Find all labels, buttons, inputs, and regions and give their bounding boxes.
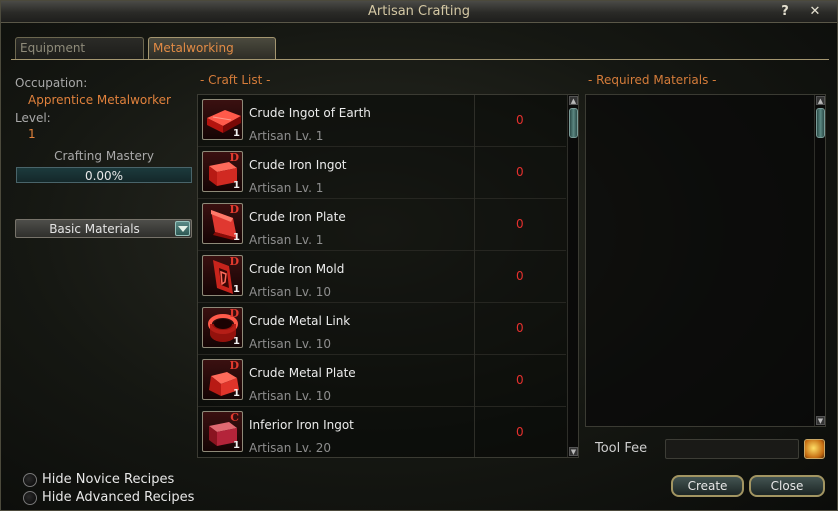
hide-novice-recipes-radio[interactable] [23,473,37,487]
crafting-mastery-bar: 0.00% [16,167,192,183]
item-level: Artisan Lv. 1 [249,181,324,195]
hide-advanced-recipes-radio[interactable] [23,491,37,505]
category-dropdown[interactable]: Basic Materials [15,219,192,238]
scroll-up-icon[interactable]: ▲ [816,96,825,105]
row-divider [474,251,475,303]
item-count: 0 [516,269,524,283]
item-name: Inferior Iron Ingot [249,418,354,432]
scroll-down-icon[interactable]: ▼ [569,447,578,456]
hide-advanced-recipes-label[interactable]: Hide Advanced Recipes [42,490,194,505]
close-button[interactable]: Close [749,475,825,497]
craft-list: 1 Crude Ingot of Earth Artisan Lv. 1 0 D… [197,94,579,458]
item-level: Artisan Lv. 20 [249,441,331,455]
craft-list-item[interactable]: C 1 Inferior Iron Ingot Artisan Lv. 20 0 [198,407,566,457]
tab-divider [11,59,829,60]
title-bar[interactable]: Artisan Crafting ? ✕ [1,1,837,23]
grade-badge: D [229,359,239,372]
item-level: Artisan Lv. 10 [249,285,331,299]
metal-link-icon: D 1 [202,307,243,348]
grade-badge: D [229,203,239,216]
chevron-down-icon[interactable] [175,221,190,236]
row-divider [474,147,475,199]
level-label: Level: [15,111,51,125]
grade-badge: D [229,307,239,320]
coin-icon[interactable] [804,439,825,459]
ingot-icon: 1 [202,99,243,140]
row-divider [474,199,475,251]
crafting-mastery-value: 0.00% [84,169,124,183]
item-count: 0 [516,113,524,127]
occupation-label: Occupation: [15,76,88,90]
window-title: Artisan Crafting [368,4,470,19]
item-name: Crude Iron Plate [249,210,346,224]
materials-scrollbar[interactable]: ▲ ▼ [814,95,825,426]
required-materials-title: - Required Materials - [588,73,717,87]
scroll-down-icon[interactable]: ▼ [816,416,825,425]
item-level: Artisan Lv. 10 [249,389,331,403]
craft-list-title: - Craft List - [200,73,271,87]
grade-badge: D [229,151,239,164]
craft-list-item[interactable]: 1 Crude Ingot of Earth Artisan Lv. 1 0 [198,95,566,147]
occupation-value: Apprentice Metalworker [28,93,171,107]
row-divider [474,407,475,457]
item-name: Crude Metal Plate [249,366,356,380]
item-quantity: 1 [233,232,240,243]
item-level: Artisan Lv. 10 [249,337,331,351]
tool-fee-value [665,439,799,459]
craft-list-item[interactable]: D 1 Crude Iron Plate Artisan Lv. 1 0 [198,199,566,251]
level-value: 1 [28,127,36,141]
craft-list-item[interactable]: D 1 Crude Metal Plate Artisan Lv. 10 0 [198,355,566,407]
scroll-up-icon[interactable]: ▲ [569,96,578,105]
item-quantity: 1 [233,336,240,347]
item-name: Crude Iron Ingot [249,158,347,172]
create-button[interactable]: Create [671,475,744,497]
craft-list-scrollbar[interactable]: ▲ ▼ [567,95,578,457]
artisan-crafting-window: Artisan Crafting ? ✕ Equipment Metalwork… [0,0,838,511]
metal-plate-icon: D 1 [202,359,243,400]
category-selected: Basic Materials [49,222,140,236]
item-name: Crude Ingot of Earth [249,106,371,120]
item-count: 0 [516,165,524,179]
item-quantity: 1 [233,284,240,295]
item-quantity: 1 [233,440,240,451]
craft-list-item[interactable]: D 1 Crude Metal Link Artisan Lv. 10 0 [198,303,566,355]
iron-plate-icon: D 1 [202,203,243,244]
iron-ingot-icon: C 1 [202,411,243,452]
tab-equipment[interactable]: Equipment [15,37,144,59]
grade-badge: C [230,411,239,424]
crafting-mastery-label: Crafting Mastery [54,149,154,163]
hide-novice-recipes-label[interactable]: Hide Novice Recipes [42,472,174,487]
item-quantity: 1 [233,128,240,139]
iron-mold-icon: D 1 [202,255,243,296]
craft-list-item[interactable]: D 1 Crude Iron Ingot Artisan Lv. 1 0 [198,147,566,199]
item-count: 0 [516,321,524,335]
grade-badge: D [229,255,239,268]
required-materials-panel: ▲ ▼ [585,94,826,427]
row-divider [474,303,475,355]
item-count: 0 [516,425,524,439]
iron-ingot-icon: D 1 [202,151,243,192]
item-quantity: 1 [233,388,240,399]
row-divider [474,355,475,407]
item-level: Artisan Lv. 1 [249,129,324,143]
craft-list-item[interactable]: D 1 Crude Iron Mold Artisan Lv. 10 0 [198,251,566,303]
item-name: Crude Metal Link [249,314,351,328]
row-divider [474,95,475,147]
scroll-thumb[interactable] [569,108,578,138]
item-quantity: 1 [233,180,240,191]
tool-fee-label: Tool Fee [595,441,648,456]
item-count: 0 [516,373,524,387]
scroll-thumb[interactable] [816,108,825,138]
help-icon[interactable]: ? [777,4,793,20]
close-icon[interactable]: ✕ [807,4,823,20]
item-count: 0 [516,217,524,231]
item-level: Artisan Lv. 1 [249,233,324,247]
item-name: Crude Iron Mold [249,262,345,276]
tab-metalworking[interactable]: Metalworking [148,37,276,59]
